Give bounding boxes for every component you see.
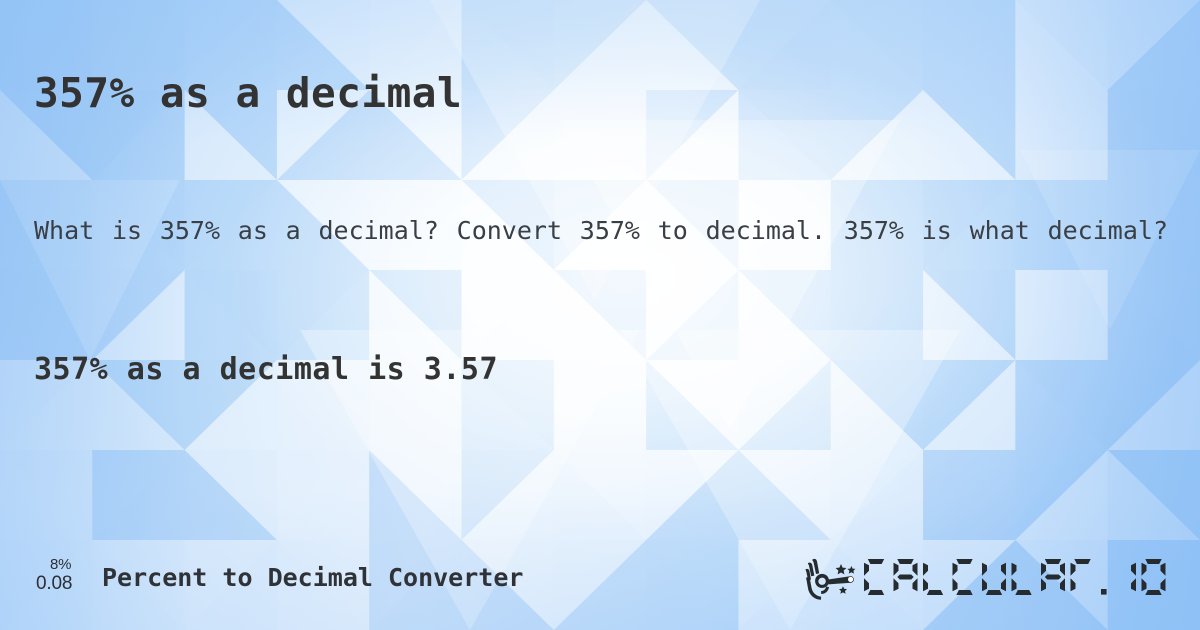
footer-tool-name: Percent to Decimal Converter <box>102 562 524 592</box>
percent-to-decimal-icon-top-label: 8% <box>50 556 72 573</box>
brand-logo[interactable]: CALCULAT.IO <box>804 550 1192 604</box>
answer-statement: 357% as a decimal is 3.57 <box>34 352 499 387</box>
page-description: What is 357% as a decimal? Convert 357% … <box>34 216 1168 245</box>
card-content: 357% as a decimal What is 357% as a deci… <box>0 0 1200 630</box>
footer: 8% 0.08 Percent to Decimal Converter <box>0 550 1200 604</box>
brand-wordmark-calculatio: CALCULAT.IO <box>864 559 1166 595</box>
percent-to-decimal-icon: 8% 0.08 <box>34 552 94 602</box>
social-preview-card: 357% as a decimal What is 357% as a deci… <box>0 0 1200 630</box>
page-title: 357% as a decimal <box>34 69 463 118</box>
percent-to-decimal-icon-bottom-label: 0.08 <box>36 573 73 594</box>
footer-tool-group: 8% 0.08 Percent to Decimal Converter <box>34 550 523 604</box>
hand-magic-wand-icon <box>805 558 856 600</box>
